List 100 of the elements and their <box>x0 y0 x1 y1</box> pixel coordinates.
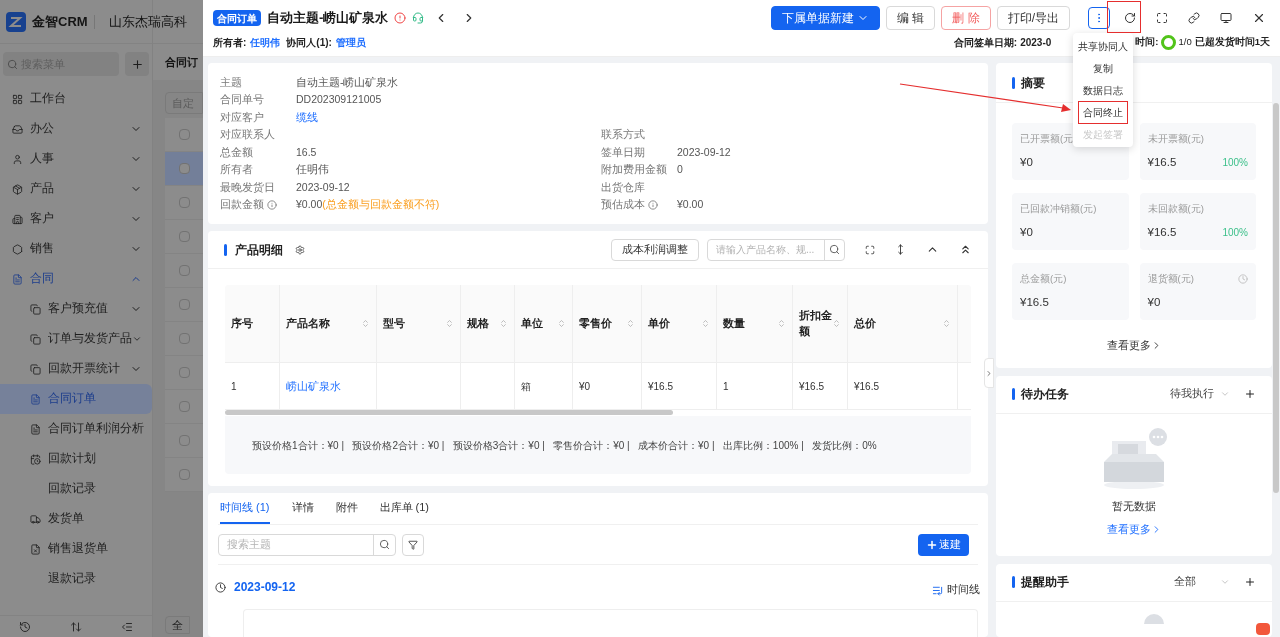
filter-button[interactable] <box>402 533 424 556</box>
product-search-input[interactable]: 请输入产品名称、规... <box>708 242 824 257</box>
plus-icon[interactable] <box>1244 576 1256 588</box>
tab[interactable]: 出库单 (1) <box>379 498 429 524</box>
sidebar-item[interactable]: 订单与发货产品 <box>0 324 152 354</box>
sidebar-item[interactable]: 产品 <box>0 174 152 204</box>
scrollbar-thumb[interactable] <box>225 410 673 415</box>
collapse-panel-button[interactable] <box>984 358 994 388</box>
product-link[interactable]: 崂山矿泉水 <box>286 377 341 395</box>
task-filter-select[interactable]: 待我执行 <box>1170 386 1230 402</box>
search-icon[interactable] <box>829 244 840 255</box>
table-cell-text: 1 <box>723 379 729 394</box>
column-header[interactable]: 序号 <box>225 285 280 362</box>
view-more-link[interactable]: 查看更多 <box>1106 521 1162 538</box>
sidebar-item[interactable]: 发货单 <box>0 504 152 534</box>
sidebar-item[interactable]: 工作台 <box>0 84 152 114</box>
refresh-icon[interactable] <box>1124 12 1136 24</box>
history-icon[interactable] <box>19 620 32 633</box>
checkbox[interactable] <box>179 367 190 378</box>
vertical-arrows-icon[interactable] <box>895 244 906 255</box>
page-size-select[interactable]: 全 <box>165 615 190 635</box>
double-chevron-up-icon[interactable] <box>959 243 972 256</box>
collaborator-link[interactable]: 管理员 <box>335 34 366 50</box>
sidebar-item[interactable]: 办公 <box>0 114 152 144</box>
menu-item[interactable]: 合同终止 <box>1079 101 1127 123</box>
add-button[interactable] <box>125 52 149 76</box>
product-search-field[interactable]: 请输入产品名称、规... <box>707 238 845 261</box>
checkbox[interactable] <box>179 469 190 480</box>
collapse-menu-icon[interactable] <box>120 620 133 633</box>
owner-label: 所有者: <box>213 35 247 50</box>
sidebar-item[interactable]: 客户 <box>0 204 152 234</box>
record-title: 自动主题-崂山矿泉水 <box>267 9 389 28</box>
sidebar-item[interactable]: 合同 <box>0 264 152 294</box>
checkbox[interactable] <box>179 401 190 412</box>
checkbox[interactable] <box>179 299 190 310</box>
menu-item[interactable]: 复制 <box>1089 57 1117 79</box>
sidebar-item[interactable]: 合同订单利润分析 <box>0 414 152 444</box>
checkbox[interactable] <box>179 231 190 242</box>
checkbox[interactable] <box>179 129 190 140</box>
table-cell-text: 箱 <box>521 379 531 394</box>
quick-create-button[interactable]: 速建 <box>918 533 969 556</box>
column-header[interactable]: 数量 <box>717 285 793 362</box>
alert-icon[interactable] <box>394 12 407 24</box>
column-header[interactable]: 总价 <box>848 285 958 362</box>
close-icon[interactable] <box>1252 11 1266 25</box>
scrollbar-thumb[interactable] <box>1273 103 1279 493</box>
column-header[interactable]: 折扣金额 <box>793 285 848 362</box>
checkbox[interactable] <box>179 197 190 208</box>
column-header[interactable]: 产品名称 <box>280 285 377 362</box>
checkbox[interactable] <box>179 163 190 174</box>
sort-icon[interactable] <box>70 620 82 633</box>
sidebar-item[interactable]: 合同订单 <box>0 384 152 414</box>
field-link[interactable]: 缆线 <box>296 109 318 126</box>
sidebar-item[interactable]: 回款开票统计 <box>0 354 152 384</box>
plus-icon[interactable] <box>1244 388 1256 400</box>
owner-link[interactable]: 任明伟 <box>250 34 281 50</box>
checkbox[interactable] <box>179 435 190 446</box>
header-button[interactable]: 删 除 <box>941 6 991 30</box>
checkbox[interactable] <box>179 333 190 344</box>
search-icon[interactable] <box>379 539 390 550</box>
column-header[interactable]: 单位 <box>515 285 573 362</box>
link-icon[interactable] <box>1188 12 1200 24</box>
view-more-link[interactable]: 查看更多 <box>1106 337 1162 354</box>
column-header[interactable]: 规格 <box>461 285 515 362</box>
timeline-view-button[interactable]: 时间线 <box>932 582 980 598</box>
tab[interactable]: 详情 <box>291 498 314 524</box>
header-button[interactable]: 打印/导出 <box>996 6 1070 30</box>
fullscreen-icon[interactable] <box>1156 12 1168 24</box>
sidebar-item[interactable]: 回款计划 <box>0 444 152 474</box>
monitor-icon[interactable] <box>1220 12 1232 24</box>
reminder-filter-select[interactable]: 全部 <box>1174 574 1230 590</box>
menu-item[interactable]: 数据日志 <box>1079 79 1127 101</box>
timeline-search-input[interactable]: 搜索主题 <box>219 536 373 553</box>
table-cell-text: 1 <box>231 379 237 394</box>
sidebar-item[interactable]: 回款记录 <box>0 474 152 504</box>
column-header[interactable]: 型号 <box>377 285 461 362</box>
empty-text: 暂无数据 <box>1112 498 1156 514</box>
hexagon-icon <box>12 243 23 255</box>
checkbox[interactable] <box>179 265 190 276</box>
header-button[interactable]: 下属单据新建 <box>770 6 880 30</box>
more-button[interactable] <box>1088 7 1110 29</box>
field-value: DD202309121005 <box>296 92 382 108</box>
table-row[interactable] <box>165 152 203 186</box>
menu-item[interactable]: 共享协同人 <box>1074 35 1132 57</box>
timeline-search-field[interactable]: 搜索主题 <box>218 533 396 556</box>
sidebar-item[interactable]: 销售退货单 <box>0 534 152 564</box>
headset-icon[interactable] <box>412 12 425 24</box>
document-icon <box>30 543 41 555</box>
field-label: 总金额 <box>220 144 253 160</box>
sidebar-item[interactable]: 销售 <box>0 234 152 264</box>
sidebar-item[interactable]: 退款记录 <box>0 564 152 594</box>
tab[interactable]: 附件 <box>335 498 358 524</box>
column-header[interactable]: 单价 <box>642 285 717 362</box>
column-header[interactable]: 零售价 <box>573 285 642 362</box>
sidebar-item[interactable]: 人事 <box>0 144 152 174</box>
tab[interactable]: 时间线 (1) <box>220 498 270 524</box>
adjust-button[interactable]: 成本利润调整 <box>611 238 699 261</box>
gear-icon[interactable] <box>295 244 305 255</box>
header-button[interactable]: 编 辑 <box>885 6 936 30</box>
sidebar-item[interactable]: 客户预充值 <box>0 294 152 324</box>
